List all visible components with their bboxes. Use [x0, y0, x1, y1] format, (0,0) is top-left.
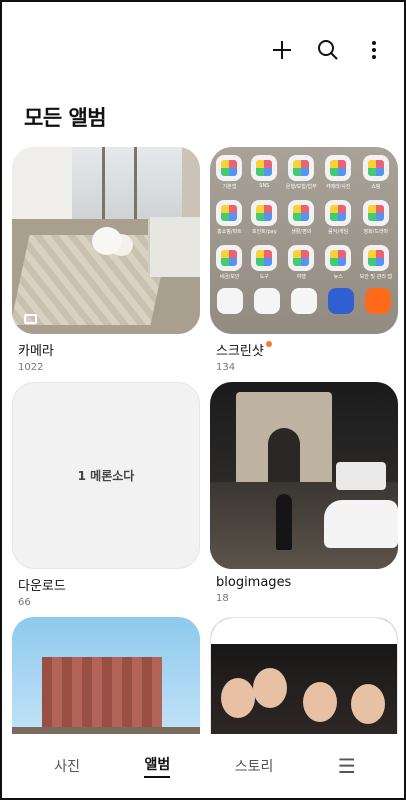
app-frame: 모든 앨범 카메라 1022 기본앱 SNS 은행/보험/업무 카메라/사진 쇼… — [0, 0, 406, 800]
bottom-navigation: 사진 앨범 스토리 ☰ — [2, 734, 404, 798]
album-thumbnail[interactable]: 1 메론소다 — [12, 382, 200, 569]
album-card[interactable]: 1 메론소다 다운로드 66 — [12, 382, 200, 608]
plus-icon[interactable] — [270, 38, 294, 62]
album-count: 18 — [216, 593, 229, 604]
top-action-bar — [270, 38, 386, 62]
album-count: 1022 — [18, 362, 44, 373]
new-badge — [265, 341, 272, 347]
nav-albums[interactable]: 앨범 — [144, 754, 171, 778]
homescreen-dock — [216, 288, 392, 314]
search-icon[interactable] — [316, 38, 340, 62]
album-card[interactable]: blogimages 18 — [210, 382, 398, 604]
album-card[interactable]: 카메라 1022 — [12, 147, 200, 373]
album-name: blogimages — [216, 575, 292, 590]
album-thumbnail[interactable] — [12, 147, 200, 334]
more-vertical-icon[interactable] — [362, 38, 386, 62]
page-title: 모든 앨범 — [24, 106, 107, 130]
camera-icon — [24, 314, 37, 324]
album-count: 134 — [216, 362, 236, 373]
album-thumbnail[interactable]: 기본앱 SNS 은행/보험/업무 카메라/사진 쇼핑 홈쇼핑/마트 포인트/pa… — [210, 147, 398, 334]
album-name: 다운로드 — [18, 579, 66, 594]
homescreen-app-grid: 기본앱 SNS 은행/보험/업무 카메라/사진 쇼핑 홈쇼핑/마트 포인트/pa… — [216, 155, 392, 280]
album-count: 66 — [18, 597, 31, 608]
arch-figure — [236, 392, 332, 488]
album-card[interactable]: 기본앱 SNS 은행/보험/업무 카메라/사진 쇼핑 홈쇼핑/마트 포인트/pa… — [210, 147, 398, 373]
album-name: 스크린샷 — [210, 340, 272, 359]
menu-icon[interactable]: ☰ — [338, 754, 356, 778]
placeholder-label: 1 메론소다 — [77, 469, 135, 483]
nav-stories[interactable]: 스토리 — [235, 756, 274, 776]
dog-figure — [92, 227, 122, 255]
album-thumbnail[interactable] — [210, 382, 398, 569]
album-name: 카메라 — [18, 344, 54, 359]
nav-photos[interactable]: 사진 — [54, 756, 80, 776]
